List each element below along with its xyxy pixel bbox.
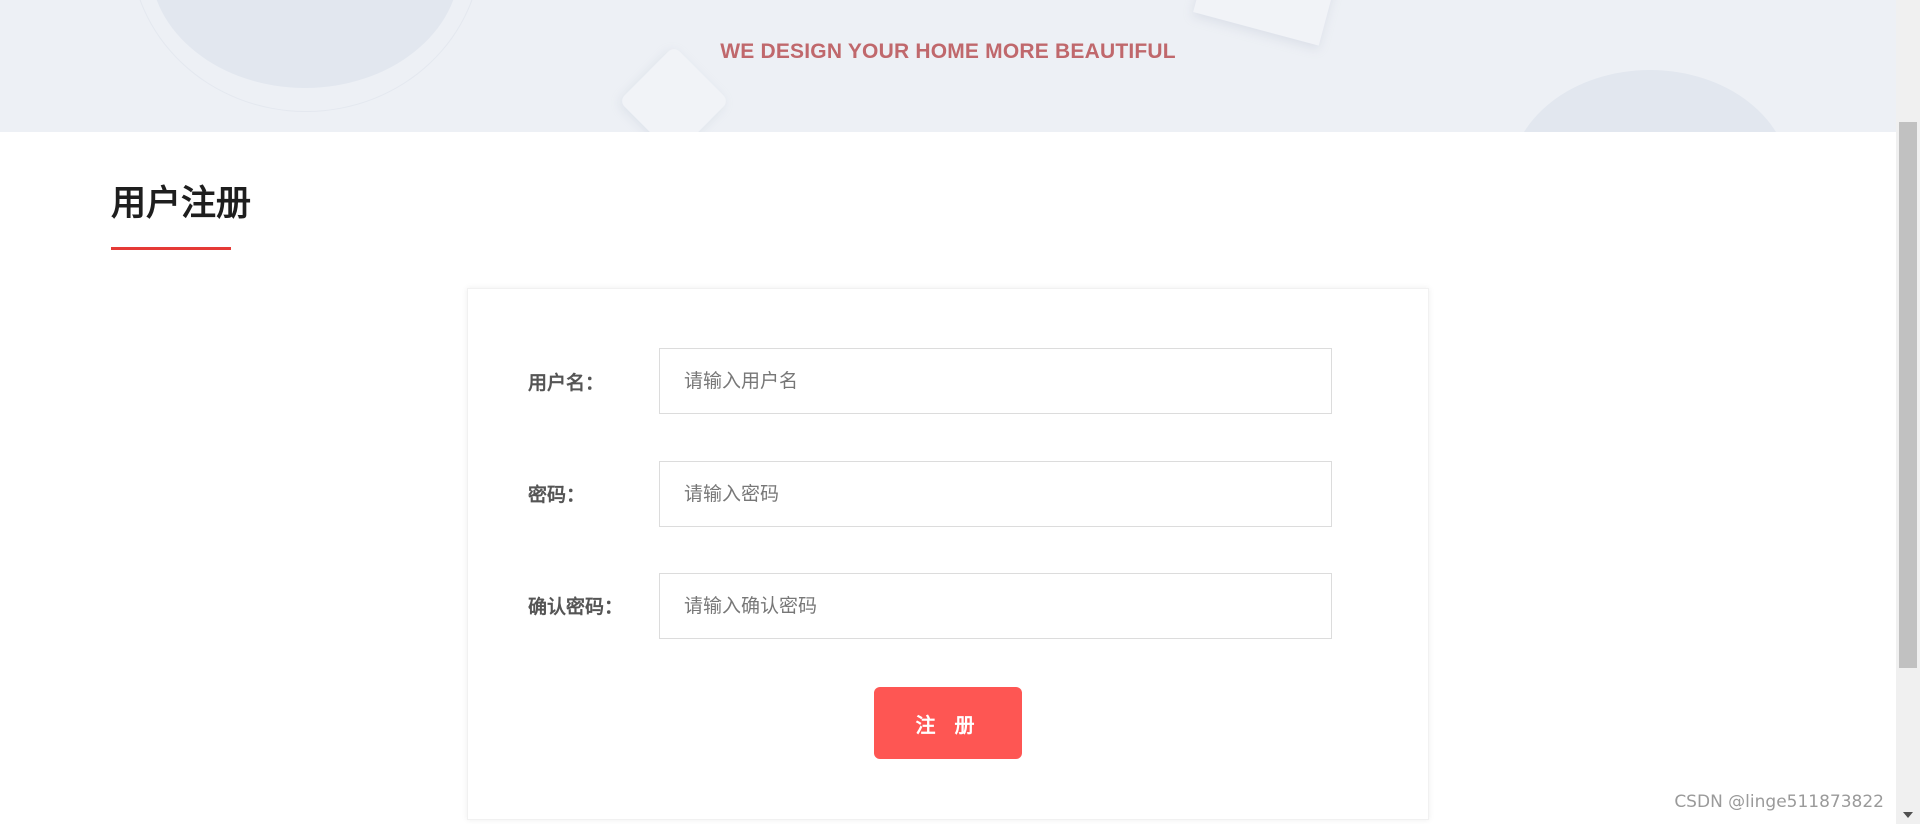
confirm-password-label: 确认密码：	[528, 596, 624, 618]
banner-tagline: WE DESIGN YOUR HOME MORE BEAUTIFUL	[720, 40, 1176, 63]
register-button[interactable]: 注 册	[874, 687, 1022, 759]
title-underline	[111, 247, 231, 250]
decorative-square	[1193, 0, 1337, 46]
password-input[interactable]	[659, 461, 1332, 527]
page: WE DESIGN YOUR HOME MORE BEAUTIFUL 用户注册 …	[0, 0, 1920, 824]
banner: WE DESIGN YOUR HOME MORE BEAUTIFUL	[0, 0, 1896, 132]
confirm-password-input[interactable]	[659, 573, 1332, 639]
password-label: 密码：	[528, 484, 586, 506]
decorative-circle	[1510, 70, 1790, 132]
username-input[interactable]	[659, 348, 1332, 414]
scroll-down-arrow-icon[interactable]	[1903, 812, 1913, 818]
register-form: 用户名： 密码： 确认密码： 注 册	[467, 288, 1429, 820]
username-label: 用户名：	[528, 372, 605, 394]
watermark: CSDN @linge511873822	[1674, 792, 1884, 812]
scrollbar-thumb[interactable]	[1899, 122, 1917, 668]
vertical-scrollbar[interactable]	[1896, 0, 1920, 824]
page-title: 用户注册	[111, 184, 252, 224]
